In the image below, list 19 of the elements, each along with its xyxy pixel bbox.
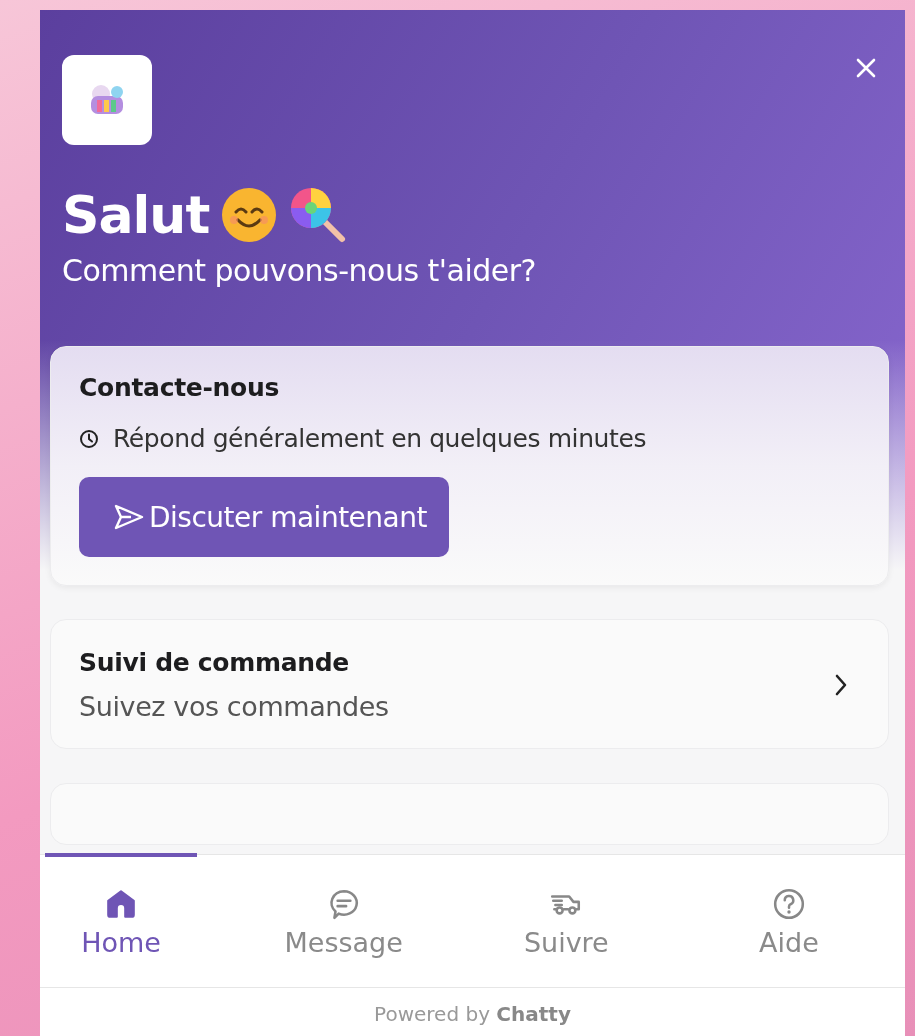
order-tracking-card[interactable]: Suivi de commande Suivez vos commandes	[50, 619, 889, 749]
greeting-subtitle: Comment pouvons-nous t'aider?	[62, 253, 538, 288]
help-icon	[771, 886, 806, 921]
nav-tab[interactable]: Aide	[712, 853, 865, 987]
logo-icon	[62, 55, 152, 145]
smiling-face-icon	[221, 187, 278, 243]
response-time-text: Répond généralement en quelques minutes	[113, 424, 647, 453]
card-title: Suivi de commande	[79, 648, 350, 677]
card-title: Contacte-nous	[79, 373, 280, 402]
nav-tab[interactable]: Suivre	[490, 853, 643, 987]
nav-tab[interactable]: Message	[267, 853, 420, 987]
powered-by-text: Powered by Chatty	[40, 988, 905, 1036]
send-icon	[113, 503, 145, 531]
chat-now-button[interactable]: Discuter maintenant	[79, 477, 449, 557]
clock-icon	[79, 428, 99, 449]
card-subtitle: Suivez vos commandes	[79, 691, 389, 722]
chevron-right-icon	[834, 673, 848, 697]
lollipop-icon	[289, 186, 348, 244]
greeting-title: Salut	[62, 185, 210, 245]
